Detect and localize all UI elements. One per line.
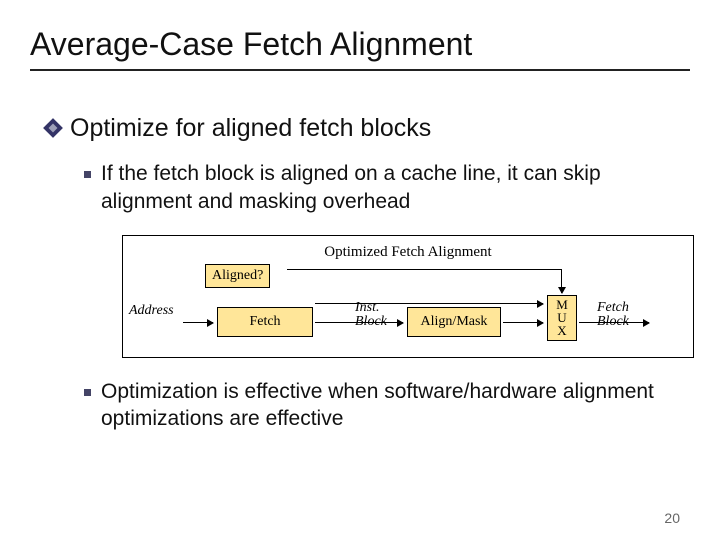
fetch-box: Fetch: [217, 307, 313, 337]
aligned-control-to-mux: [561, 269, 562, 293]
mux-box: M U X: [547, 295, 577, 341]
arrow-bypass: [315, 303, 543, 304]
inst-block-label: Inst. Block: [355, 301, 399, 329]
arrow-address-to-fetch: [183, 322, 213, 323]
diagram-flow: Address Fetch Inst. Block Align/Mask M U…: [135, 265, 681, 343]
diagram-container: Optimized Fetch Alignment Aligned? Addre…: [122, 235, 694, 358]
square-bullet-icon: [84, 389, 91, 396]
address-label: Address: [129, 303, 174, 319]
square-bullet-icon: [84, 171, 91, 178]
sub-bullet-1: If the fetch block is aligned on a cache…: [84, 160, 674, 215]
arrow-align-to-mux: [503, 322, 543, 323]
bullet-level1: Optimize for aligned fetch blocks: [46, 113, 674, 144]
fetch-block-label: Fetch Block: [597, 301, 645, 329]
level1-text: Optimize for aligned fetch blocks: [70, 113, 431, 144]
slide-title: Average-Case Fetch Alignment: [30, 26, 690, 63]
sub2-text: Optimization is effective when software/…: [101, 378, 674, 433]
page-number: 20: [664, 510, 680, 526]
sub1-text: If the fetch block is aligned on a cache…: [101, 160, 674, 215]
diagram-title: Optimized Fetch Alignment: [135, 244, 681, 261]
title-underline: [30, 69, 690, 71]
sub-bullet-2: Optimization is effective when software/…: [84, 378, 674, 433]
diamond-icon: [46, 121, 60, 135]
aligned-control-horiz: [287, 269, 562, 270]
align-mask-box: Align/Mask: [407, 307, 501, 337]
slide-body: Optimize for aligned fetch blocks If the…: [0, 79, 720, 432]
